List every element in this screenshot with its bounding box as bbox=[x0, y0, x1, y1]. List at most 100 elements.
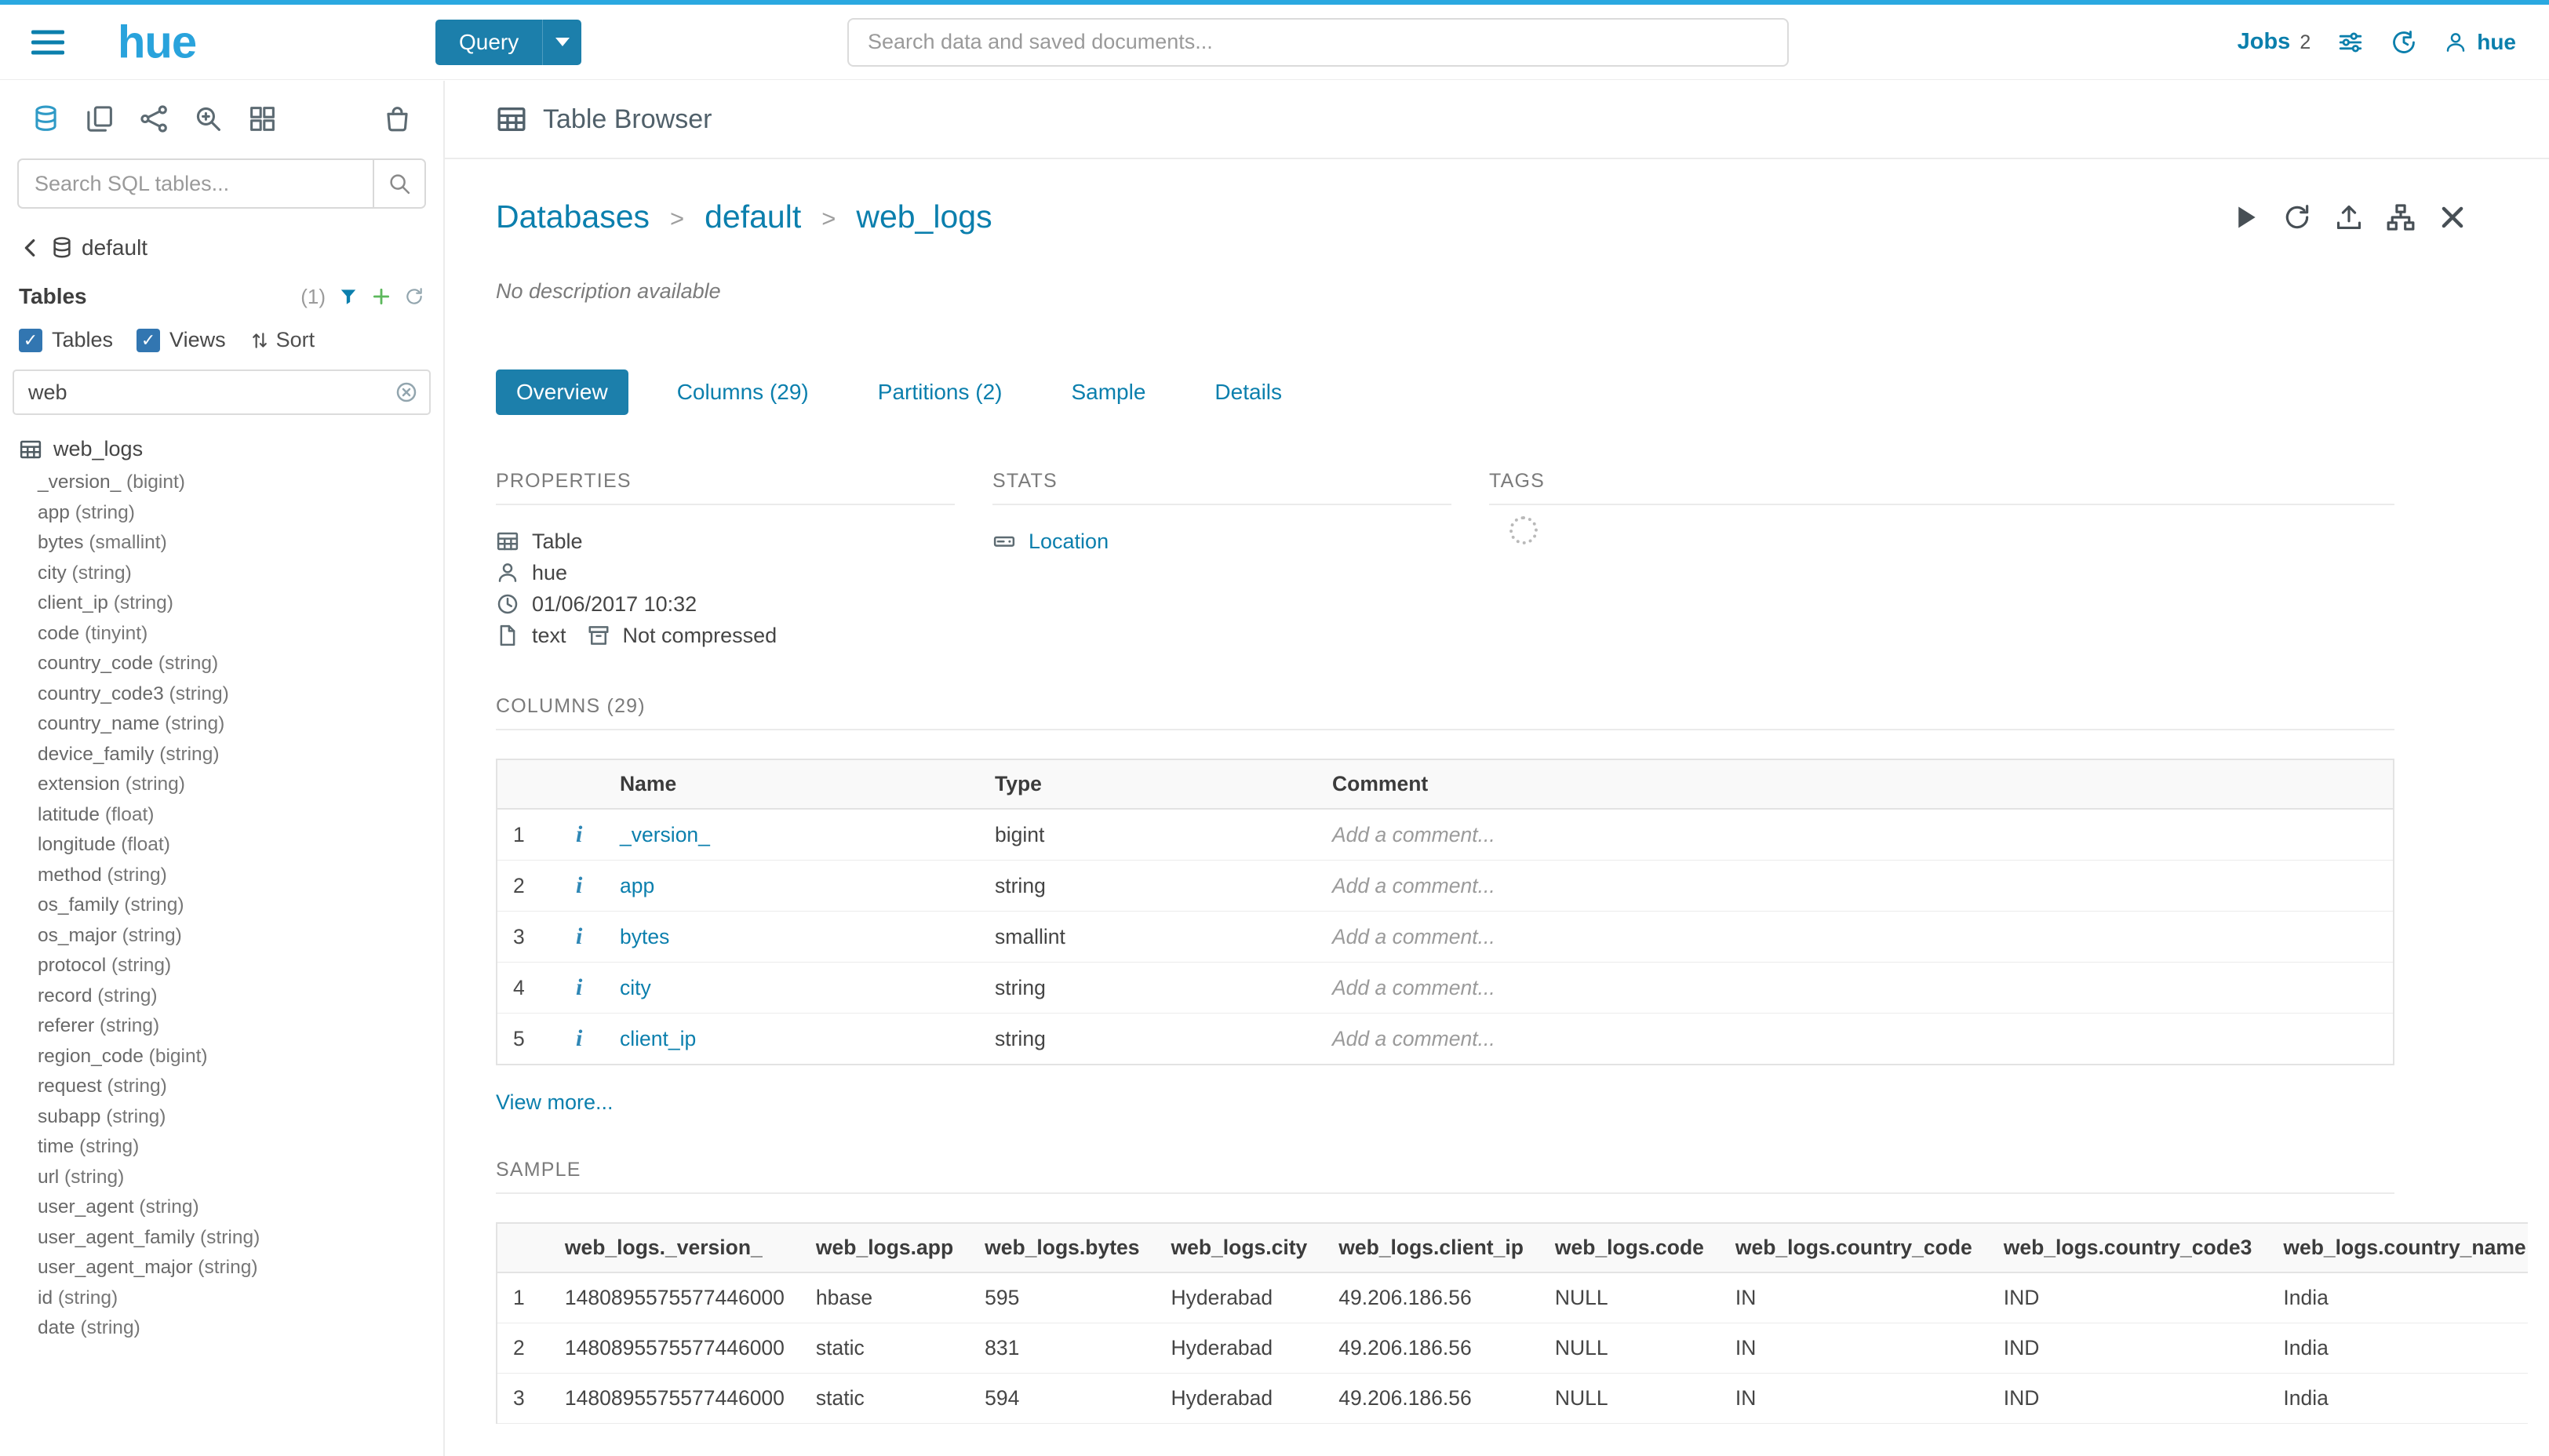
table-browser-icon bbox=[496, 104, 527, 135]
sql-assist-icon[interactable] bbox=[31, 104, 60, 133]
sidebar-column-item[interactable]: code (tinyint) bbox=[0, 619, 443, 650]
user-menu[interactable]: hue bbox=[2444, 30, 2516, 55]
query-button-group: Query bbox=[435, 20, 581, 65]
sidebar-column-item[interactable]: method (string) bbox=[0, 861, 443, 891]
property-type: Table bbox=[496, 526, 955, 557]
global-search-input[interactable] bbox=[847, 18, 1789, 67]
sidebar-column-item[interactable]: referer (string) bbox=[0, 1011, 443, 1042]
sidebar-column-item[interactable]: country_code3 (string) bbox=[0, 679, 443, 710]
column-comment[interactable]: Add a comment... bbox=[1316, 861, 2394, 912]
cluster-icon[interactable] bbox=[140, 104, 169, 133]
play-icon[interactable] bbox=[2230, 202, 2260, 232]
column-name-link[interactable]: client_ip bbox=[620, 1027, 696, 1050]
sidebar-column-item[interactable]: device_family (string) bbox=[0, 740, 443, 770]
sidebar-column-item[interactable]: extension (string) bbox=[0, 770, 443, 800]
sidebar-column-item[interactable]: country_code (string) bbox=[0, 649, 443, 679]
breadcrumb-database[interactable]: default bbox=[705, 198, 801, 235]
sidebar-column-item[interactable]: user_agent_family (string) bbox=[0, 1223, 443, 1254]
apps-grid-icon[interactable] bbox=[248, 104, 277, 133]
refresh-icon[interactable] bbox=[404, 286, 424, 307]
info-icon[interactable]: i bbox=[571, 872, 587, 898]
sidebar-column-item[interactable]: country_name (string) bbox=[0, 709, 443, 740]
location-link[interactable]: Location bbox=[1029, 526, 1109, 557]
sidebar-column-item[interactable]: longitude (float) bbox=[0, 830, 443, 861]
sample-row: 31480895575577446000static594Hyderabad49… bbox=[497, 1374, 2528, 1424]
sidebar-column-item[interactable]: bytes (smallint) bbox=[0, 528, 443, 559]
sidebar-column-item[interactable]: date (string) bbox=[0, 1313, 443, 1344]
sample-cell: NULL bbox=[1539, 1272, 1720, 1323]
sliders-icon[interactable] bbox=[2337, 29, 2364, 56]
sidebar-column-item[interactable]: user_agent (string) bbox=[0, 1192, 443, 1223]
jobs-link[interactable]: Jobs 2 bbox=[2238, 29, 2311, 55]
sidebar-column-item[interactable]: subapp (string) bbox=[0, 1102, 443, 1133]
column-comment[interactable]: Add a comment... bbox=[1316, 963, 2394, 1014]
sql-table-search-input[interactable] bbox=[19, 172, 373, 196]
left-assist-panel: default Tables (1) ✓ Tables ✓ Views Sor bbox=[0, 81, 443, 1456]
sidebar-column-item[interactable]: request (string) bbox=[0, 1072, 443, 1102]
info-icon[interactable]: i bbox=[571, 974, 587, 1000]
column-comment[interactable]: Add a comment... bbox=[1316, 1014, 2394, 1065]
close-icon[interactable] bbox=[2438, 202, 2467, 232]
columns-heading: COLUMNS (29) bbox=[496, 695, 2394, 730]
sidebar-column-item[interactable]: city (string) bbox=[0, 559, 443, 589]
column-name-link[interactable]: app bbox=[620, 874, 654, 897]
tables-checkbox[interactable]: ✓ Tables bbox=[19, 328, 113, 352]
search-icon bbox=[388, 172, 411, 195]
row-number: 4 bbox=[497, 963, 555, 1014]
table-filter-input[interactable] bbox=[17, 380, 395, 405]
views-checkbox[interactable]: ✓ Views bbox=[137, 328, 226, 352]
column-name-link[interactable]: bytes bbox=[620, 925, 669, 948]
sidebar-column-item[interactable]: _version_ (bigint) bbox=[0, 468, 443, 498]
tab-overview[interactable]: Overview bbox=[496, 369, 628, 415]
filter-icon[interactable] bbox=[338, 286, 359, 307]
upload-icon[interactable] bbox=[2334, 202, 2364, 232]
breadcrumb-databases[interactable]: Databases bbox=[496, 198, 650, 235]
info-icon[interactable]: i bbox=[571, 821, 587, 847]
hue-logo[interactable]: hue bbox=[118, 16, 196, 68]
column-comment[interactable]: Add a comment... bbox=[1316, 809, 2394, 861]
table-description[interactable]: No description available bbox=[496, 279, 2549, 304]
query-button[interactable]: Query bbox=[435, 20, 542, 65]
sort-toggle[interactable]: Sort bbox=[249, 328, 315, 352]
sample-table-wrap: web_logs._version_web_logs.appweb_logs.b… bbox=[496, 1222, 2528, 1424]
sidebar-column-item[interactable]: protocol (string) bbox=[0, 951, 443, 981]
database-back-row[interactable]: default bbox=[19, 235, 424, 260]
tab-sample[interactable]: Sample bbox=[1051, 369, 1166, 415]
breadcrumb-table[interactable]: web_logs bbox=[856, 198, 992, 235]
sidebar-column-item[interactable]: client_ip (string) bbox=[0, 588, 443, 619]
view-more-link[interactable]: View more... bbox=[496, 1090, 614, 1115]
row-number: 5 bbox=[497, 1014, 555, 1065]
sidebar-column-item[interactable]: region_code (bigint) bbox=[0, 1042, 443, 1072]
column-name-link[interactable]: _version_ bbox=[620, 823, 710, 846]
search-button[interactable] bbox=[373, 160, 424, 207]
table-item[interactable]: web_logs bbox=[0, 431, 443, 468]
hamburger-menu-button[interactable] bbox=[31, 24, 64, 60]
history-icon[interactable] bbox=[2391, 29, 2417, 56]
sidebar-column-item[interactable]: time (string) bbox=[0, 1132, 443, 1163]
sidebar-column-item[interactable]: os_major (string) bbox=[0, 921, 443, 952]
sidebar-column-item[interactable]: record (string) bbox=[0, 981, 443, 1012]
info-icon[interactable]: i bbox=[571, 1025, 587, 1051]
tab-details[interactable]: Details bbox=[1194, 369, 1302, 415]
info-icon[interactable]: i bbox=[571, 923, 587, 949]
add-icon[interactable] bbox=[371, 286, 391, 307]
zoom-assist-icon[interactable] bbox=[194, 104, 223, 133]
job-browser-icon[interactable] bbox=[383, 104, 412, 133]
column-name-link[interactable]: city bbox=[620, 976, 651, 999]
sidebar-column-item[interactable]: user_agent_major (string) bbox=[0, 1253, 443, 1283]
clear-filter-icon[interactable] bbox=[395, 380, 418, 404]
sidebar-column-item[interactable]: os_family (string) bbox=[0, 890, 443, 921]
sidebar-column-item[interactable]: url (string) bbox=[0, 1163, 443, 1193]
tab-partitions-2[interactable]: Partitions (2) bbox=[858, 369, 1023, 415]
sidebar-column-item[interactable]: latitude (float) bbox=[0, 800, 443, 831]
sidebar-column-item[interactable]: id (string) bbox=[0, 1283, 443, 1314]
lineage-icon[interactable] bbox=[2386, 202, 2416, 232]
column-comment[interactable]: Add a comment... bbox=[1316, 912, 2394, 963]
sidebar-column-item[interactable]: app (string) bbox=[0, 498, 443, 529]
sample-cell: IND bbox=[1988, 1323, 2268, 1374]
query-dropdown-button[interactable] bbox=[542, 20, 581, 65]
refresh-icon[interactable] bbox=[2282, 202, 2312, 232]
tab-columns-29[interactable]: Columns (29) bbox=[657, 369, 829, 415]
global-search bbox=[847, 18, 1789, 67]
documents-icon[interactable] bbox=[86, 104, 115, 133]
